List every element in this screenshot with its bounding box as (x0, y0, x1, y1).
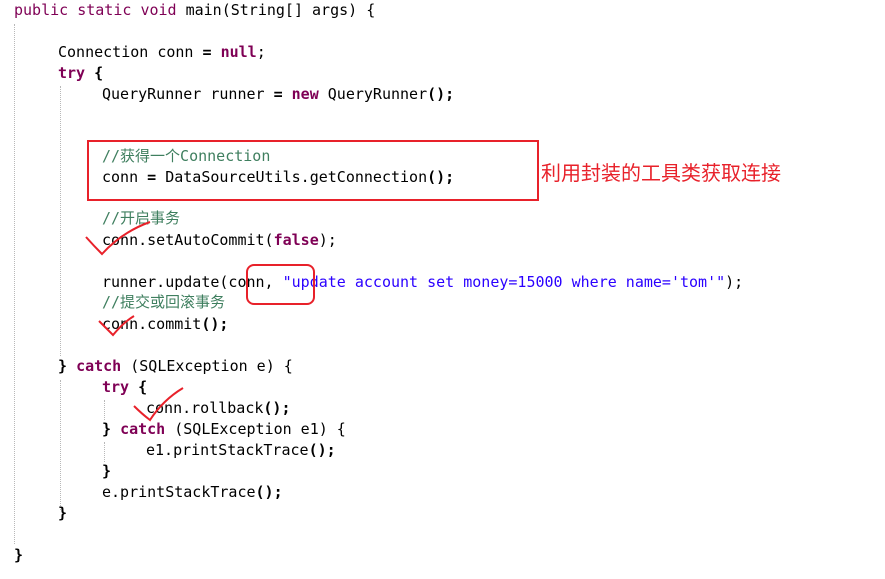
code-editor[interactable]: public static void main(String[] args) {… (0, 0, 885, 579)
check-mark-icon (85, 221, 151, 256)
check-marks (85, 221, 184, 422)
check-mark-icon (98, 315, 135, 337)
check-mark-icon (133, 387, 184, 422)
